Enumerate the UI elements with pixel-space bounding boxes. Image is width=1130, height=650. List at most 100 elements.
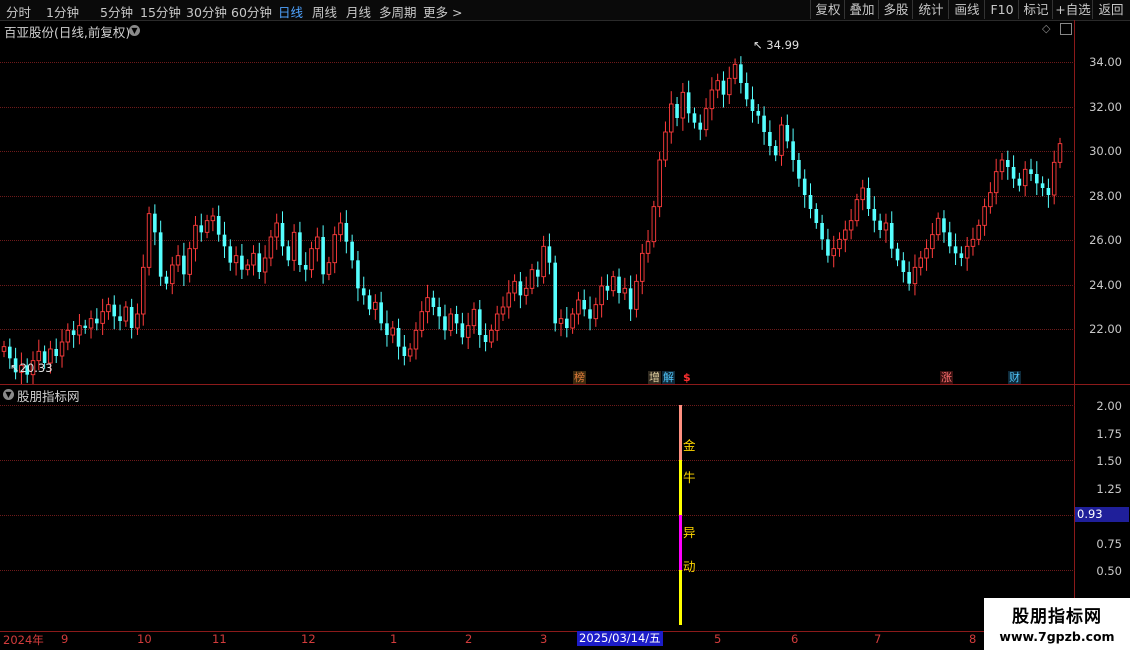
period-tab-monthly[interactable]: 月线 (346, 2, 371, 21)
candle (454, 305, 459, 334)
candle (396, 318, 401, 360)
event-marker-dollar[interactable]: $ (682, 371, 692, 384)
candle (651, 200, 657, 248)
tool-add-watchlist-button[interactable]: +自选 (1052, 0, 1093, 19)
candle-body (471, 308, 477, 327)
candle (332, 226, 337, 274)
candle (634, 274, 639, 318)
low-price-value: 20.33 (19, 361, 53, 375)
candle (959, 246, 964, 267)
tool-stats-button[interactable]: 统计 (912, 0, 949, 19)
indicator-current-value: 0.93 (1075, 507, 1129, 522)
candle-body (802, 178, 807, 195)
candle-body (1011, 167, 1016, 179)
candle-body (274, 222, 279, 238)
event-marker-zeng[interactable]: 增 (648, 371, 661, 384)
period-tab-more[interactable]: 更多 > (423, 2, 462, 21)
event-marker-bang[interactable]: 榜 (573, 371, 586, 384)
candle (1029, 158, 1033, 181)
candle-body (773, 146, 778, 156)
tool-f10-button[interactable]: F10 (984, 0, 1019, 19)
period-tab-60min[interactable]: 60分钟 (231, 2, 272, 21)
event-marker-zhang[interactable]: 涨 (940, 371, 953, 384)
candle-body (36, 350, 42, 362)
candle (732, 58, 738, 85)
candle-body (153, 213, 157, 233)
candle-body (135, 313, 140, 329)
candle-body (866, 188, 871, 209)
event-marker-cai[interactable]: 财 (1008, 371, 1021, 384)
time-axis-label: 10 (137, 632, 152, 646)
date-cursor-label: 2025/03/14/五 (577, 631, 663, 646)
candle-body (443, 316, 447, 331)
candle (808, 183, 813, 219)
candle-body (431, 297, 436, 307)
candle-body (1051, 161, 1057, 196)
candle-body (489, 329, 494, 343)
candle-body (576, 299, 581, 315)
candle-body (727, 77, 732, 96)
candle-body (477, 309, 482, 335)
candle-body (901, 260, 906, 272)
candle-body (663, 131, 668, 161)
candle (675, 97, 679, 127)
candle (930, 223, 935, 258)
candle (970, 227, 976, 256)
tool-overlay-button[interactable]: 叠加 (844, 0, 879, 19)
low-price-label: ↖20.33 (10, 361, 53, 375)
tool-fuquan-button[interactable]: 复权 (810, 0, 845, 19)
price-tick-label: 28.00 (1089, 189, 1122, 203)
candle (187, 241, 192, 283)
tool-back-button[interactable]: 返回 (1092, 0, 1129, 19)
period-tab-weekly[interactable]: 周线 (312, 2, 337, 21)
candle (582, 289, 587, 317)
event-marker-jie[interactable]: 解 (662, 371, 675, 384)
price-tick-label: 30.00 (1089, 144, 1122, 158)
candle-body (930, 234, 935, 250)
candle (251, 245, 256, 276)
candle-body (222, 234, 227, 247)
period-tab-30min[interactable]: 30分钟 (186, 2, 227, 21)
candle (1051, 150, 1057, 205)
candle-body (71, 330, 76, 335)
candle-body (935, 217, 941, 236)
candle (814, 203, 819, 229)
period-tab-fenshi[interactable]: 分时 (6, 2, 31, 21)
candle-body (494, 313, 500, 331)
candle-body (588, 309, 592, 319)
candle-body (65, 329, 71, 343)
candle (831, 235, 836, 268)
candle (460, 312, 465, 345)
period-tab-15min[interactable]: 15分钟 (140, 2, 181, 21)
candle (1011, 155, 1016, 188)
candle (146, 206, 152, 276)
period-tab-1min[interactable]: 1分钟 (46, 2, 79, 21)
candle-body (605, 286, 610, 291)
period-tab-5min[interactable]: 5分钟 (100, 2, 133, 21)
candle (588, 296, 592, 331)
candle (326, 256, 332, 281)
tool-multi-stock-button[interactable]: 多股 (878, 0, 913, 19)
candle-body (280, 223, 285, 247)
time-axis-label: 1 (390, 632, 398, 646)
candle (268, 230, 274, 267)
candle-body (918, 257, 923, 268)
candle (820, 214, 824, 250)
candle-body (216, 216, 221, 235)
period-tab-multi[interactable]: 多周期 (379, 2, 417, 21)
candle (523, 276, 529, 305)
tool-mark-button[interactable]: 标记 (1018, 0, 1053, 19)
candle (298, 221, 302, 272)
period-tab-daily[interactable]: 日线 (278, 2, 303, 21)
candle (744, 72, 749, 107)
candle (88, 310, 94, 339)
candle-body (744, 83, 749, 100)
candle-body (210, 215, 216, 222)
candle (1017, 172, 1022, 192)
candle (617, 268, 621, 304)
candle-body (854, 199, 860, 222)
tool-draw-button[interactable]: 画线 (948, 0, 985, 19)
candle (477, 300, 482, 348)
candle (541, 235, 546, 284)
candle-body (309, 248, 314, 271)
